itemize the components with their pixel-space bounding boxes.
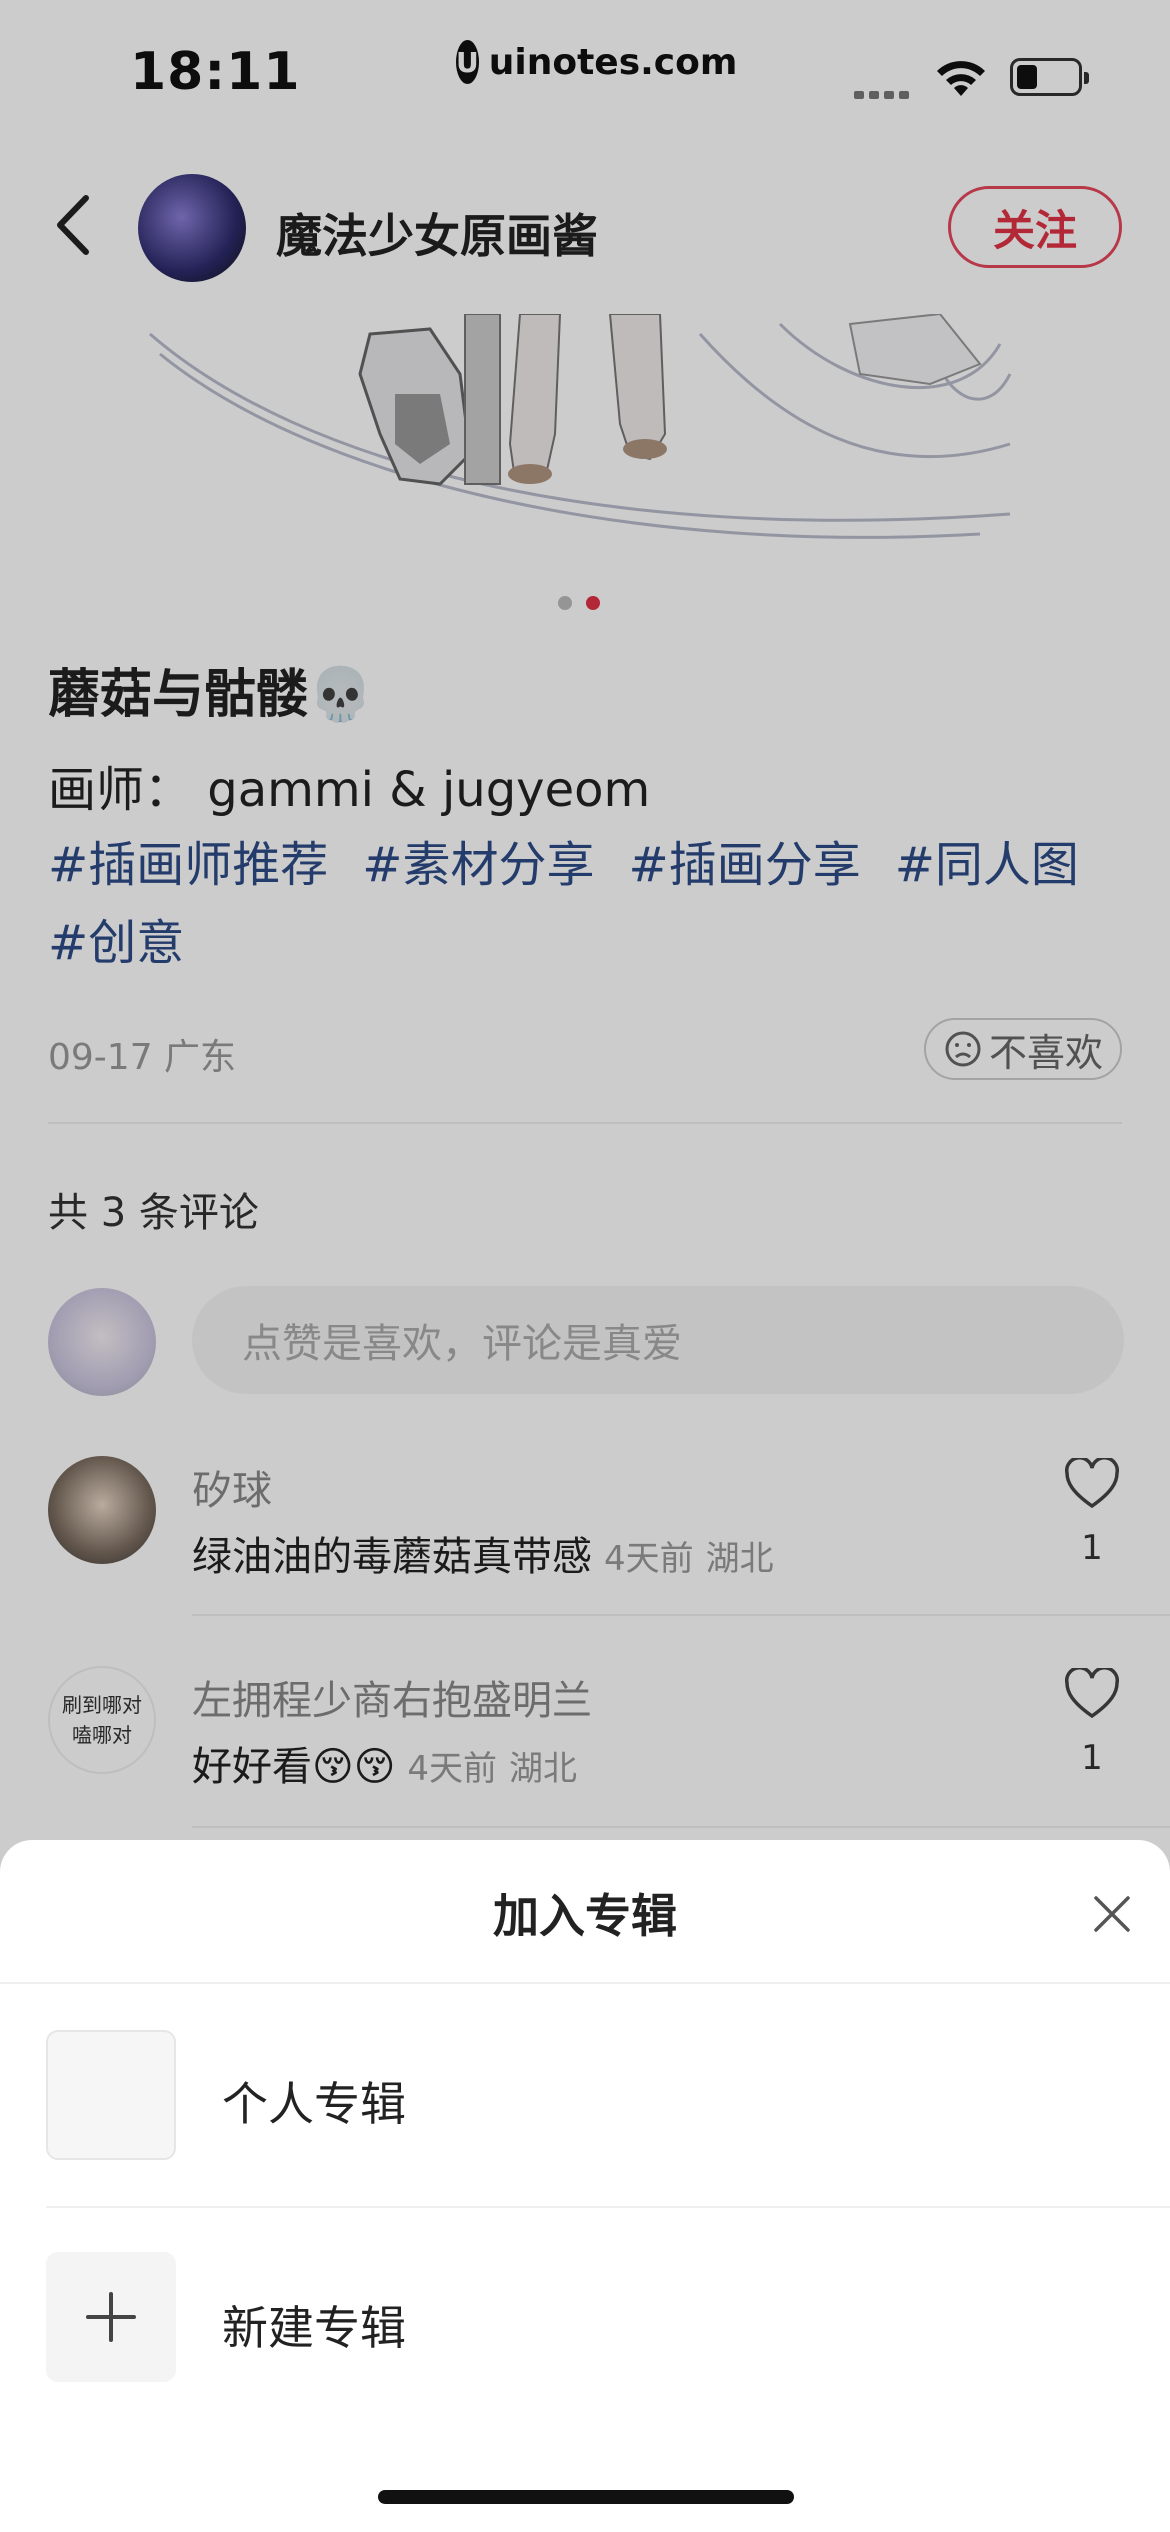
album-thumbnail[interactable] [46, 2030, 176, 2160]
plus-icon [86, 2292, 136, 2342]
divider [0, 1982, 1170, 1984]
new-album-button[interactable] [46, 2252, 176, 2382]
divider [46, 2206, 1170, 2208]
album-item-personal[interactable]: 个人专辑 [222, 2068, 406, 2134]
new-album-label[interactable]: 新建专辑 [222, 2292, 406, 2358]
sheet-title: 加入专辑 [493, 1889, 677, 1943]
home-indicator[interactable] [378, 2490, 794, 2504]
close-icon[interactable] [1092, 1894, 1132, 1934]
